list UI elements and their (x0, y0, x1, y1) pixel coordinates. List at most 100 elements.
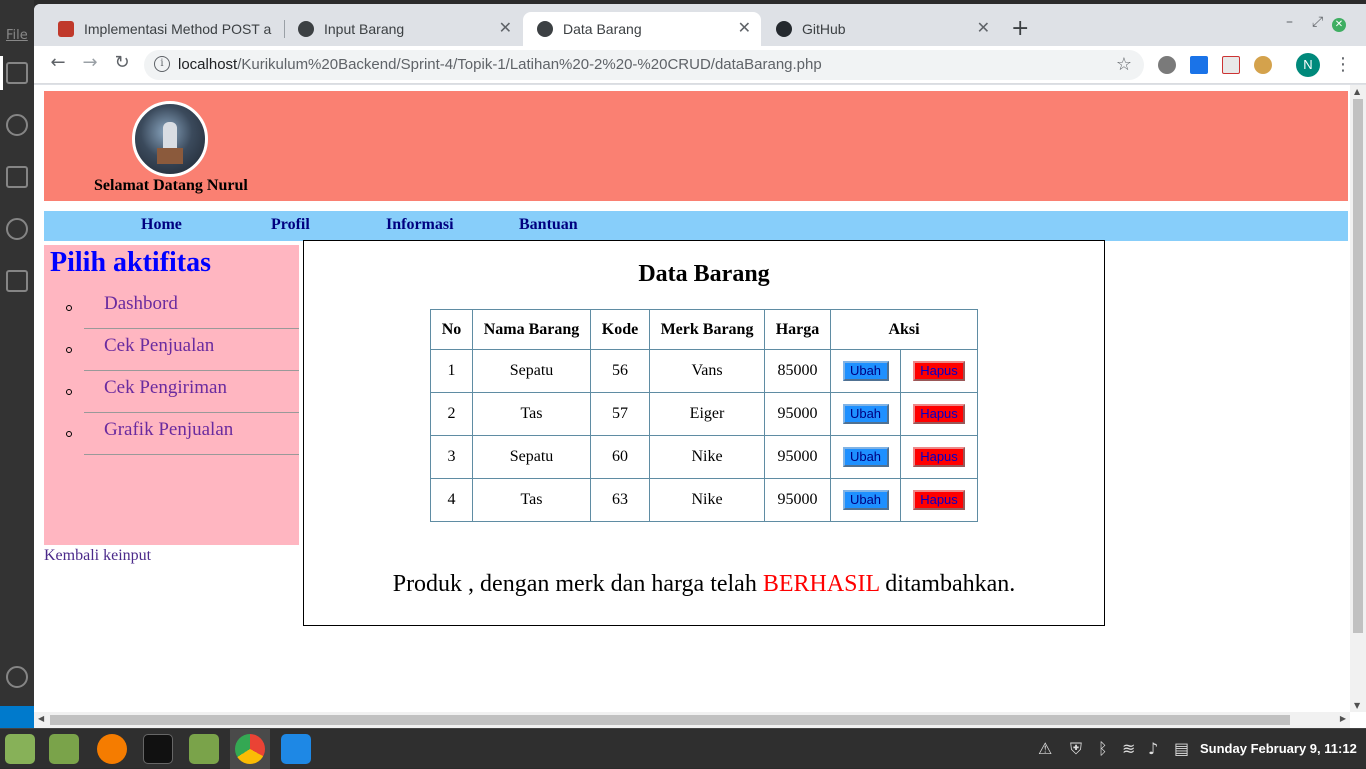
status-bar-branch-icon[interactable] (0, 706, 34, 728)
nav-home[interactable]: Home (141, 216, 182, 234)
col-no: No (430, 309, 473, 350)
ubah-button[interactable]: Ubah (842, 361, 889, 381)
horizontal-scrollbar[interactable]: ◀ ▶ (34, 712, 1350, 728)
sidebar-item-cek-pengiriman[interactable]: Cek Pengiriman (66, 371, 299, 413)
col-merk-barang: Merk Barang (649, 309, 765, 350)
sidebar-item-grafik-penjualan[interactable]: Grafik Penjualan (66, 413, 299, 455)
main-content: Data Barang No Nama Barang Kode Merk Bar… (303, 240, 1105, 626)
nav-informasi[interactable]: Informasi (386, 216, 454, 234)
vertical-scrollbar[interactable]: ▲ ▼ (1350, 85, 1366, 712)
nav-profil[interactable]: Profil (271, 216, 310, 234)
col-harga: Harga (764, 309, 831, 350)
tab-label: Implementasi Method POST a (84, 21, 272, 37)
bookmark-star-icon[interactable]: ☆ (1116, 54, 1132, 75)
hapus-button[interactable]: Hapus (913, 404, 965, 424)
close-tab-icon[interactable]: ✕ (977, 12, 990, 46)
files-icon[interactable] (189, 734, 219, 764)
clock[interactable]: Sunday February 9, 11:12 (1200, 741, 1357, 756)
profile-avatar[interactable]: N (1296, 53, 1320, 77)
ubah-button[interactable]: Ubah (842, 490, 889, 510)
tab-label: Input Barang (324, 21, 405, 37)
url-text[interactable]: localhost/Kurikulum%20Backend/Sprint-4/T… (178, 50, 822, 80)
ubah-button[interactable]: Ubah (842, 404, 889, 424)
extension-window-icon[interactable] (1222, 56, 1240, 74)
maximize-icon[interactable]: ⤢ (1312, 14, 1323, 30)
chrome-window: Implementasi Method POST a Input Barang … (34, 4, 1366, 728)
mint-menu-icon[interactable] (5, 734, 35, 764)
hapus-button[interactable]: Hapus (913, 361, 965, 381)
tab-implementasi[interactable]: Implementasi Method POST a (44, 12, 284, 46)
reload-icon[interactable]: ↻ (110, 52, 134, 73)
extension-gear-icon[interactable] (1158, 56, 1176, 74)
table-row: 4 Tas 63 Nike 95000 Ubah Hapus (430, 478, 978, 522)
github-icon (776, 21, 792, 37)
site-info-icon[interactable]: i (154, 56, 170, 72)
wifi-icon[interactable]: ≋ (1122, 739, 1135, 758)
forward-arrow-icon[interactable]: → (78, 52, 102, 73)
extension-grid-icon[interactable] (1190, 56, 1208, 74)
debug-icon[interactable] (6, 218, 28, 240)
active-indicator (0, 56, 3, 90)
taskbar: ⚠ ⛨ ᛒ ≋ ♪ ▤ Sunday February 9, 11:12 (0, 728, 1366, 769)
close-tab-icon[interactable]: ✕ (499, 12, 512, 46)
new-tab-button[interactable]: + (1011, 16, 1029, 41)
data-table: No Nama Barang Kode Merk Barang Harga Ak… (430, 309, 978, 522)
settings-gear-icon[interactable] (6, 666, 28, 688)
main-nav: Home Profil Informasi Bantuan (44, 211, 1348, 241)
tab-input-barang[interactable]: Input Barang ✕ (284, 12, 522, 46)
sidebar-item-cek-penjualan[interactable]: Cek Penjualan (66, 329, 299, 371)
window-close-icon[interactable]: ✕ (1332, 18, 1346, 32)
tab-label: Data Barang (563, 21, 642, 37)
back-link[interactable]: Kembali keinput (44, 547, 151, 565)
globe-icon (298, 21, 314, 37)
terminal-icon[interactable] (143, 734, 173, 764)
bluetooth-icon[interactable]: ᛒ (1098, 739, 1108, 758)
warning-icon[interactable]: ⚠ (1038, 739, 1052, 758)
back-arrow-icon[interactable]: ← (46, 52, 70, 73)
browser-toolbar: ← → ↻ i localhost/Kurikulum%20Backend/Sp… (34, 46, 1366, 84)
welcome-text: Selamat Datang Nurul (94, 177, 248, 194)
vscode-icon[interactable] (281, 734, 311, 764)
address-bar[interactable]: i localhost/Kurikulum%20Backend/Sprint-4… (144, 50, 1144, 80)
table-row: 2 Tas 57 Eiger 95000 Ubah Hapus (430, 392, 978, 436)
search-icon[interactable] (6, 114, 28, 136)
table-header-row: No Nama Barang Kode Merk Barang Harga Ak… (430, 309, 978, 350)
page-header: Selamat Datang Nurul (44, 91, 1348, 201)
ubah-button[interactable]: Ubah (842, 447, 889, 467)
status-text: BERHASIL (762, 571, 880, 597)
explorer-icon[interactable] (6, 62, 28, 84)
page-title: Data Barang (638, 261, 770, 287)
sidebar-item-dashbord[interactable]: Dashbord (66, 287, 299, 329)
firefox-icon[interactable] (97, 734, 127, 764)
source-control-icon[interactable] (6, 166, 28, 188)
hapus-button[interactable]: Hapus (913, 447, 965, 467)
table-row: 1 Sepatu 56 Vans 85000 Ubah Hapus (430, 349, 978, 393)
tab-strip: Implementasi Method POST a Input Barang … (34, 4, 1366, 46)
nav-bantuan[interactable]: Bantuan (519, 216, 578, 234)
col-kode: Kode (590, 309, 650, 350)
globe-icon (537, 21, 553, 37)
volume-icon[interactable]: ♪ (1148, 739, 1158, 758)
sidebar: Pilih aktifitas Dashbord Cek Penjualan C… (44, 245, 299, 545)
page-viewport: Selamat Datang Nurul Home Profil Informa… (34, 85, 1366, 728)
file-menu[interactable]: File (6, 28, 28, 43)
col-nama-barang: Nama Barang (472, 309, 591, 350)
clipboard-icon[interactable]: ▤ (1174, 739, 1189, 758)
minimize-icon[interactable]: – (1286, 14, 1293, 30)
close-tab-icon[interactable]: ✕ (738, 12, 751, 46)
hapus-button[interactable]: Hapus (913, 490, 965, 510)
shield-icon[interactable]: ⛨ (1070, 739, 1082, 759)
vscode-activity-bar: File (0, 0, 34, 728)
success-message: Produk , dengan merk dan harga telah BER… (392, 571, 1016, 597)
menu-kebab-icon[interactable]: ⋮ (1334, 54, 1352, 75)
col-aksi: Aksi (830, 309, 978, 350)
profile-photo (132, 101, 208, 177)
cookie-icon[interactable] (1254, 56, 1272, 74)
show-desktop-icon[interactable] (49, 734, 79, 764)
table-row: 3 Sepatu 60 Nike 95000 Ubah Hapus (430, 435, 978, 479)
tab-data-barang[interactable]: Data Barang ✕ (523, 12, 761, 46)
tab-github[interactable]: GitHub ✕ (762, 12, 1000, 46)
chrome-icon[interactable] (235, 734, 265, 764)
extensions-icon[interactable] (6, 270, 28, 292)
favicon-icon (58, 21, 74, 37)
